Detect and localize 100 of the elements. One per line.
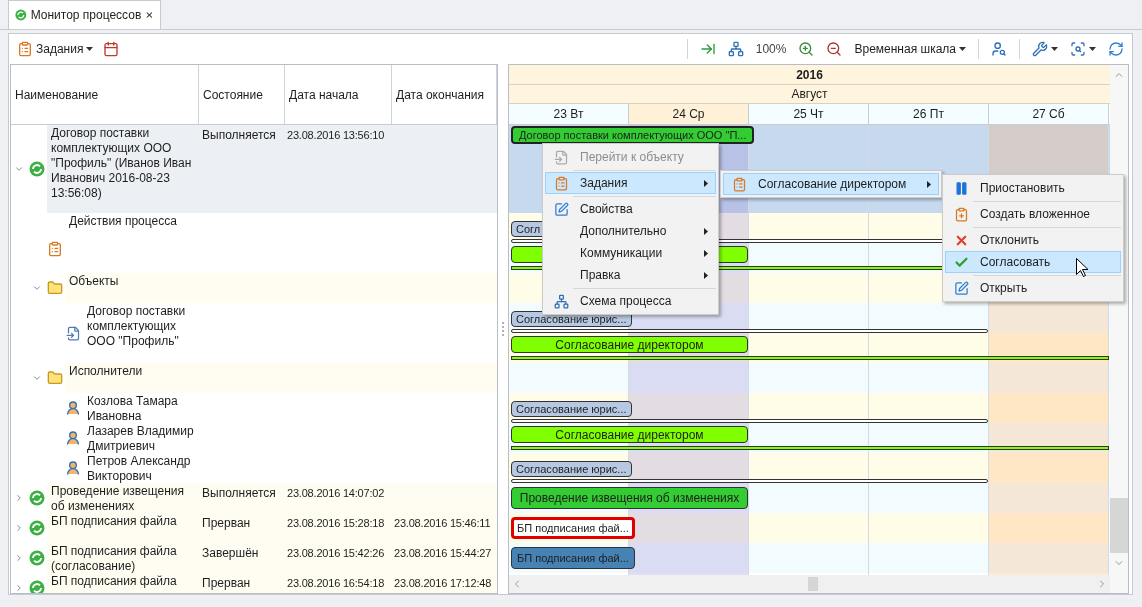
submenu-arrow-icon (927, 180, 931, 188)
expand-toggle[interactable] (14, 164, 24, 174)
start-date-cell: 23.08.2016 13:56:10 (287, 129, 385, 141)
expand-toggle[interactable] (14, 583, 24, 593)
state-cell: Прерван (202, 516, 251, 530)
column-header[interactable]: Наименование (11, 65, 199, 124)
folder-icon (47, 280, 63, 296)
tree-row[interactable]: БП подписания файла (согласование) Завершён 23.08.2016 15:42:26 23.08.2016 15:44:27 (47, 543, 497, 573)
refresh-icon[interactable] (1108, 41, 1124, 57)
start-date-cell: 23.08.2016 15:42:26 (287, 547, 385, 559)
document-icon (553, 149, 569, 165)
name-cell-text: Исполнители (68, 363, 144, 379)
tree-row[interactable]: Объекты (65, 273, 497, 303)
state-cell: Завершён (202, 546, 259, 560)
task-bar[interactable]: Согласование директором (511, 426, 748, 443)
cycle-icon (15, 7, 27, 23)
search-icon (1070, 41, 1086, 57)
tools-dropdown-button[interactable] (1032, 41, 1058, 57)
arrow-into-icon[interactable] (699, 41, 716, 57)
name-cell-text: БП подписания файла (50, 513, 178, 529)
folder-icon (47, 370, 63, 386)
name-cell-text: Петров Александр Викторович (86, 453, 192, 484)
timescale-dropdown-button[interactable]: Временная шкала (854, 40, 966, 58)
clipboard-icon (731, 176, 747, 192)
menu-item[interactable]: Согласовать (945, 251, 1121, 273)
process-bar[interactable]: БП подписания фай... (511, 517, 635, 539)
menu-item[interactable]: Отклонить (945, 229, 1121, 251)
zoom-in-icon[interactable] (798, 41, 815, 57)
name-cell-text: Договор поставки комплектующих ООО "Профиль" (86, 303, 187, 349)
task-bar[interactable]: Согласование юрис... (511, 401, 632, 417)
clipboard-icon (953, 206, 969, 222)
process-bar[interactable]: БП подписания фай... (511, 547, 635, 569)
horizontal-scrollbar[interactable] (509, 575, 1110, 593)
tree-row[interactable]: БП подписания файла Прерван 23.08.2016 15:28:18 23.08.2016 15:46:11 (47, 513, 497, 543)
menu-item[interactable]: Задания (545, 172, 716, 194)
process-bar[interactable]: Договор поставки комплектующих ООО "П... (511, 126, 755, 144)
menu-item[interactable]: Приостановить (945, 177, 1121, 199)
person-icon (65, 460, 81, 476)
scrollbar-thumb[interactable] (808, 577, 818, 591)
tasks-dropdown-button[interactable]: Задания (17, 40, 94, 58)
name-cell-text: БП подписания файла (50, 573, 178, 589)
zoom-out-icon[interactable] (826, 41, 843, 57)
zoom-level: 100% (755, 41, 787, 58)
hierarchy-icon[interactable] (727, 41, 744, 57)
tree-row[interactable]: БП подписания файла Прерван 23.08.2016 16:54:18 23.08.2016 17:12:48 (47, 573, 497, 593)
user-search-icon[interactable] (991, 41, 1007, 57)
expand-toggle[interactable] (14, 553, 24, 563)
submenu-arrow-icon (704, 249, 708, 257)
start-date-cell: 23.08.2016 15:28:18 (287, 517, 385, 529)
clipboard-icon (553, 175, 569, 191)
menu-item[interactable]: Коммуникации (545, 242, 716, 264)
name-cell-text: Лазарев Владимир Дмитриевич (86, 423, 195, 454)
caret-icon (86, 47, 94, 51)
document-tab[interactable]: Монитор процессов (8, 0, 161, 29)
caret-icon (959, 47, 966, 51)
column-header[interactable]: Дата начала (285, 65, 392, 124)
task-bar[interactable]: Согласование директором (511, 336, 748, 353)
caret-icon (1051, 47, 1058, 51)
cycle-icon (29, 490, 45, 506)
menu-item[interactable]: Открыть (945, 277, 1121, 299)
view-dropdown-button[interactable] (1070, 41, 1096, 57)
mouse-pointer-icon (1076, 258, 1088, 277)
clipboard-icon (17, 41, 33, 57)
submenu-arrow-icon (704, 227, 708, 235)
day-header: 23 Вт (509, 104, 629, 124)
tree-row[interactable]: Исполнители (65, 363, 497, 393)
scrollbar-thumb[interactable] (1110, 498, 1128, 553)
submenu-arrow-icon (704, 271, 708, 279)
document-icon (65, 325, 81, 341)
state-cell: Выполняется (202, 128, 276, 142)
submenu-arrow-icon (704, 179, 708, 187)
tree-row[interactable]: Проведение извещения об изменениях Выполняется 23.08.2016 14:07:02 (47, 483, 497, 513)
column-header[interactable]: Дата окончания (392, 65, 497, 124)
process-bar[interactable]: Проведение извещения об изменениях (511, 487, 748, 509)
state-cell: Выполняется (202, 486, 276, 500)
state-cell: Прерван (202, 576, 251, 590)
wrench-icon (1032, 41, 1048, 57)
task-bar[interactable]: Согласование юрис... (511, 461, 632, 477)
day-header: 24 Ср (629, 104, 749, 124)
start-date-cell: 23.08.2016 14:07:02 (287, 487, 385, 499)
day-header: 26 Пт (869, 104, 989, 124)
close-icon[interactable] (145, 9, 154, 21)
calendar-icon[interactable] (103, 41, 120, 57)
menu-item[interactable]: Схема процесса (545, 290, 716, 312)
expand-toggle[interactable] (32, 373, 42, 383)
hierarchy-icon (553, 293, 569, 309)
expand-toggle[interactable] (14, 493, 24, 503)
menu-item[interactable]: Правка (545, 264, 716, 286)
menu-item[interactable]: Создать вложенное (945, 203, 1121, 225)
tree-row[interactable]: Договор поставки комплектующих ООО "Профиль" (Иванов Иван Иванович 2016-08-23 13:56:08) Выполняется 23.08.2016 13:56:10 (47, 125, 497, 213)
cycle-icon (29, 161, 45, 177)
column-header[interactable]: Состояние (199, 65, 285, 124)
menu-item[interactable]: Свойства (545, 198, 716, 220)
menu-item[interactable]: Дополнительно (545, 220, 716, 242)
end-date-cell: 23.08.2016 17:12:48 (394, 577, 492, 589)
year-header: 2016 (509, 65, 1110, 85)
menu-item[interactable]: Согласование директором (723, 173, 939, 195)
expand-toggle[interactable] (32, 283, 42, 293)
expand-toggle[interactable] (14, 523, 24, 533)
name-cell-text: Объекты (68, 273, 120, 289)
